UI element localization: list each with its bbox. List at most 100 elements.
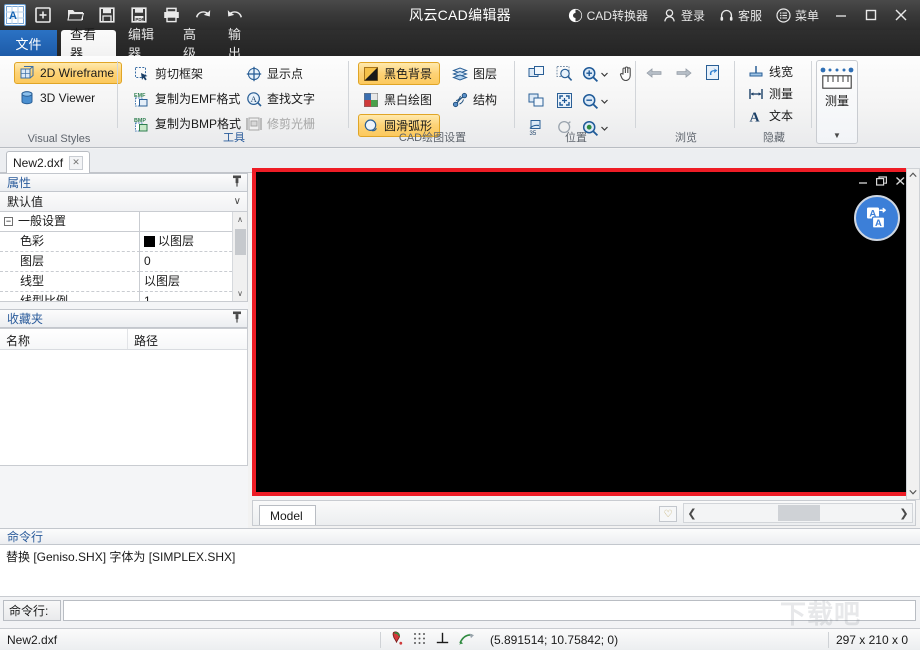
support-button[interactable]: 客服 [712, 0, 769, 30]
tab-viewer[interactable]: 查看器 [61, 27, 116, 61]
favorites-col-name[interactable]: 名称 [0, 329, 128, 349]
maximize-button[interactable] [856, 0, 886, 30]
canvas-horizontal-scrollbar[interactable]: ❮ ❯ [683, 503, 913, 523]
cad-converter-button[interactable]: CAD转换器 [561, 0, 655, 30]
zoom-all-icon[interactable] [528, 92, 545, 112]
properties-panel-header: 属性 [0, 173, 248, 192]
font-replace-button[interactable]: A A [854, 195, 900, 241]
measure-dropdown-caret-icon[interactable]: ▼ [833, 131, 841, 140]
collapse-expander-icon[interactable]: − [4, 217, 13, 226]
scroll-right-icon[interactable]: ❯ [896, 507, 912, 520]
ribbon-item-copy-emf[interactable]: EMF 复制为EMF格式 [129, 87, 249, 110]
panel-separator [811, 61, 812, 128]
show-point-icon [246, 66, 262, 82]
property-key: 色彩 [0, 232, 140, 252]
black-background-icon [363, 66, 379, 82]
zoom-out-button[interactable] [582, 93, 608, 110]
canvas-close-icon[interactable] [895, 176, 906, 189]
minimize-button[interactable] [826, 0, 856, 30]
scroll-down-icon[interactable]: ∨ [233, 286, 248, 301]
ribbon-item-layers[interactable]: 图层 [447, 62, 505, 85]
scroll-down-icon[interactable] [909, 488, 917, 499]
chevron-down-icon[interactable]: ∨ [234, 196, 241, 207]
zoom-window-icon[interactable] [528, 65, 545, 85]
ortho-icon[interactable] [435, 631, 450, 649]
menu-button[interactable]: 菜单 [769, 0, 826, 30]
panel-separator [117, 61, 118, 128]
ribbon-item-label: 查找文字 [267, 92, 316, 106]
property-row-linetype-scale[interactable]: 线型比例 1 [0, 292, 247, 301]
scroll-up-icon[interactable]: ∧ [233, 212, 248, 227]
properties-scrollbar[interactable]: ∧ ∨ [232, 212, 247, 301]
pin-icon[interactable] [232, 175, 242, 190]
ribbon-item-black-background[interactable]: 黑色背景 [358, 62, 441, 85]
drawing-canvas[interactable]: A A [252, 168, 916, 496]
close-button[interactable] [886, 0, 916, 30]
ribbon-item-find-text[interactable]: A 查找文字 [241, 87, 323, 110]
pin-icon[interactable] [232, 311, 242, 326]
ribbon-panel-label: 位置 [565, 132, 587, 144]
defaults-dropdown[interactable]: 默认值 ∨ [0, 192, 248, 212]
property-row-color[interactable]: 色彩 以图层 [0, 232, 247, 252]
status-paper-size: 297 x 210 x 0 [835, 632, 908, 647]
app-logo-icon: A [4, 4, 26, 26]
scrollbar-thumb[interactable] [235, 229, 246, 255]
pan-hand-icon[interactable] [618, 65, 635, 85]
property-group-label: 一般设置 [18, 214, 67, 228]
ribbon-item-crop-frame[interactable]: 剪切框架 [129, 62, 249, 85]
ribbon: 2D Wireframe 3D Viewer Visual Styles 剪切框… [0, 56, 920, 148]
new-file-icon[interactable] [28, 2, 58, 28]
zoom-area-icon[interactable] [556, 65, 573, 85]
zoom-in-icon [582, 66, 599, 83]
property-value: 1 [140, 292, 247, 301]
ribbon-item-lineweight[interactable]: 线宽 [744, 61, 797, 82]
font-replace-icon: A A [867, 207, 886, 229]
ribbon-item-label: 线宽 [769, 65, 794, 79]
canvas-minimize-icon[interactable] [858, 176, 869, 189]
zoom-out-icon [582, 93, 599, 110]
ribbon-item-label: 2D Wireframe [40, 66, 115, 80]
ribbon-item-structure[interactable]: 结构 [447, 88, 505, 111]
command-input-row: 命令行: [0, 597, 920, 623]
property-row-layer[interactable]: 图层 0 [0, 252, 247, 272]
ribbon-item-3d-viewer[interactable]: 3D Viewer [14, 87, 122, 109]
polar-icon[interactable] [458, 631, 475, 649]
ribbon-item-text[interactable]: A 文本 [744, 105, 797, 126]
favorite-icon[interactable]: ♡ [659, 506, 677, 522]
arrow-right-icon[interactable] [675, 65, 693, 84]
ribbon-item-label: 3D Viewer [40, 91, 96, 105]
osnap-icon[interactable] [389, 631, 404, 649]
document-tab-new2dxf[interactable]: New2.dxf ✕ [6, 151, 91, 173]
property-row-linetype[interactable]: 线型 以图层 [0, 272, 247, 292]
measure-big-button[interactable]: 测量 ▼ [816, 60, 858, 144]
command-input[interactable] [63, 599, 916, 621]
close-icon[interactable]: ✕ [69, 155, 84, 170]
scroll-left-icon[interactable]: ❮ [684, 507, 700, 520]
zoom-in-button[interactable] [582, 66, 608, 83]
chevron-down-icon [601, 72, 608, 77]
ribbon-panel-visual-styles: 2D Wireframe 3D Viewer Visual Styles [0, 56, 123, 148]
refresh-view-icon[interactable] [705, 64, 723, 84]
measure-dim-icon [748, 86, 764, 102]
scroll-up-icon[interactable] [909, 169, 917, 180]
favorites-col-path[interactable]: 路径 [128, 329, 158, 349]
ribbon-item-bw-draw[interactable]: 黑白绘图 [358, 88, 440, 111]
grid-icon[interactable] [412, 631, 427, 649]
canvas-vertical-scrollbar[interactable] [906, 168, 920, 500]
tab-output[interactable]: 输出 [219, 27, 261, 61]
canvas-restore-icon[interactable] [876, 176, 888, 189]
scrollbar-thumb[interactable] [778, 505, 820, 521]
login-button[interactable]: 登录 [655, 0, 712, 30]
property-group-row[interactable]: − 一般设置 [0, 212, 247, 232]
lineweight-icon [748, 64, 764, 80]
layout-tab-model[interactable]: Model [259, 505, 316, 525]
ribbon-item-measure-dim[interactable]: 测量 [744, 83, 797, 104]
ribbon-panel-position: 35 位置 [516, 56, 636, 148]
tab-file[interactable]: 文件 [0, 30, 57, 56]
arrow-left-icon[interactable] [645, 65, 663, 84]
tab-editor[interactable]: 编辑器 [119, 27, 171, 61]
ribbon-item-show-point[interactable]: 显示点 [241, 62, 323, 85]
tab-advanced[interactable]: 高级 [174, 27, 216, 61]
ribbon-item-2d-wireframe[interactable]: 2D Wireframe [14, 62, 123, 84]
zoom-extents-icon[interactable] [556, 92, 573, 112]
